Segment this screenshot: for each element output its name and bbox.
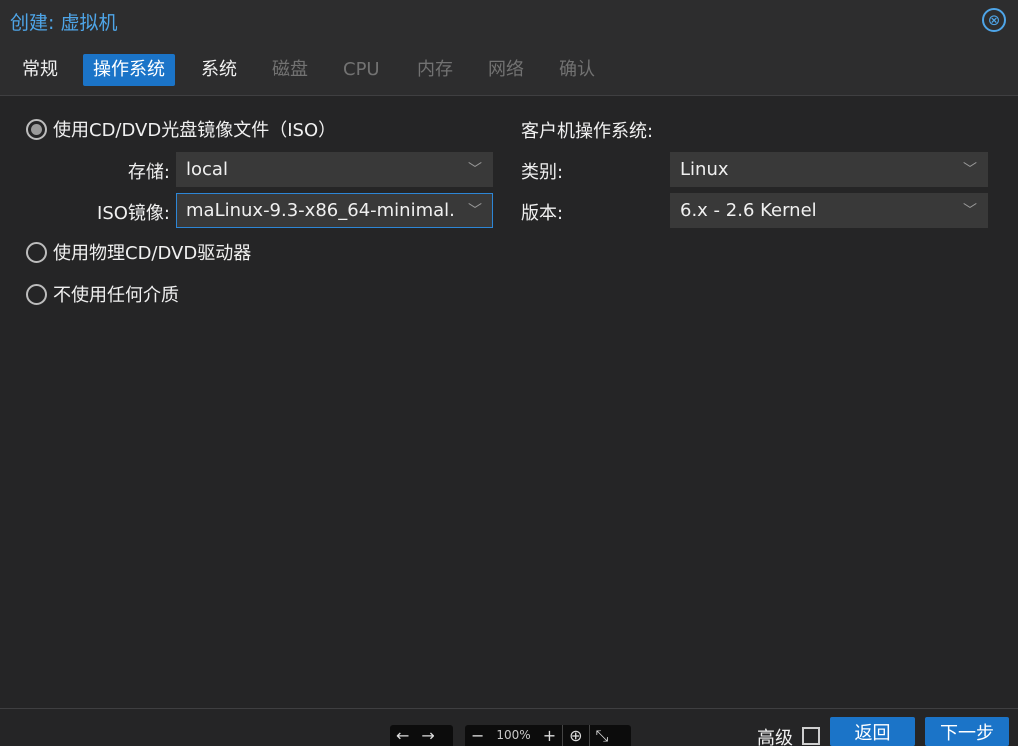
arrow-right-icon[interactable]: → [415, 725, 440, 746]
tab-disk: 磁盘 [272, 59, 308, 80]
radio-iso-label: 使用CD/DVD光盘镜像文件（ISO） [53, 120, 337, 141]
guest-os-section-title: 客户机操作系统: [521, 121, 654, 142]
storage-value: local [186, 159, 228, 180]
chevron-down-icon[interactable]: ﹀ [464, 159, 486, 181]
tab-os[interactable]: 操作系统 [83, 54, 175, 86]
os-version-label: 版本: [521, 203, 564, 224]
radio-none-indicator[interactable] [26, 283, 47, 305]
nav-arrows: ← → [390, 725, 453, 746]
window-titlebar: 创建: 虚拟机 ⊗ [0, 0, 1018, 42]
os-type-value: Linux [680, 159, 729, 180]
advanced-label: 高级 [757, 728, 793, 746]
chevron-down-icon[interactable]: ﹀ [959, 159, 981, 181]
zoom-level: 100% [496, 728, 531, 742]
radio-physical-drive[interactable]: 使用物理CD/DVD驱动器 [26, 240, 251, 264]
tab-cpu: CPU [343, 59, 380, 80]
storage-label: 存储: [127, 162, 170, 183]
arrow-left-icon[interactable]: ← [390, 725, 415, 746]
radio-physical-indicator[interactable] [26, 241, 47, 263]
download-icon[interactable]: ⊕ [563, 725, 588, 746]
os-type-combo[interactable]: Linux ﹀ [670, 152, 988, 187]
os-version-combo[interactable]: 6.x - 2.6 Kernel ﹀ [670, 193, 988, 228]
radio-physical-label: 使用物理CD/DVD驱动器 [53, 243, 252, 264]
chevron-down-icon[interactable]: ﹀ [464, 200, 486, 222]
tab-general[interactable]: 常规 [12, 54, 68, 86]
radio-no-media[interactable]: 不使用任何介质 [26, 282, 179, 306]
chevron-down-icon[interactable]: ﹀ [959, 200, 981, 222]
zoom-in-icon[interactable]: + [537, 725, 562, 746]
tab-network: 网络 [488, 59, 524, 80]
back-button[interactable]: 返回 [830, 717, 915, 746]
iso-combo[interactable]: maLinux-9.3-x86_64-minimal.iso ﹀ [176, 193, 493, 228]
tab-system[interactable]: 系统 [191, 54, 247, 86]
iso-label: ISO镜像: [97, 203, 170, 224]
zoom-out-icon[interactable]: − [465, 725, 490, 746]
radio-none-label: 不使用任何介质 [53, 285, 179, 306]
os-version-value: 6.x - 2.6 Kernel [680, 200, 817, 221]
radio-use-iso[interactable]: 使用CD/DVD光盘镜像文件（ISO） [26, 117, 336, 141]
window-title: 创建: 虚拟机 [10, 12, 118, 34]
collapse-icon[interactable]: ⤡ [590, 725, 615, 746]
iso-value: maLinux-9.3-x86_64-minimal.iso [186, 200, 456, 221]
radio-iso-indicator[interactable] [26, 118, 47, 140]
next-button[interactable]: 下一步 [925, 717, 1009, 746]
advanced-checkbox[interactable] [802, 727, 820, 745]
storage-combo[interactable]: local ﹀ [176, 152, 493, 187]
os-type-label: 类别: [521, 162, 564, 183]
wizard-tabbar: 常规 操作系统 系统 磁盘 CPU 内存 网络 确认 [0, 42, 1018, 96]
zoom-controls: − 100% + ⊕ ⤡ [465, 725, 631, 746]
tab-memory: 内存 [417, 59, 453, 80]
tab-confirm: 确认 [559, 59, 595, 80]
close-icon[interactable]: ⊗ [982, 8, 1006, 32]
